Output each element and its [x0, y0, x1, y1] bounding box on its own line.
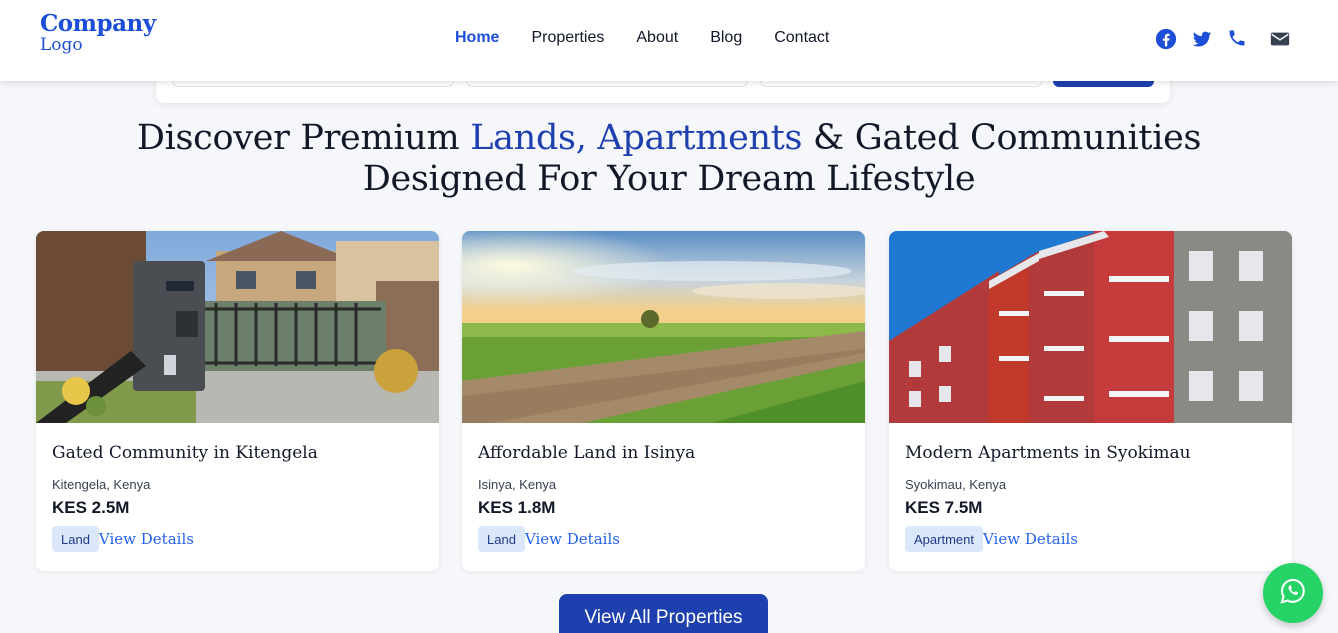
property-price: KES 7.5M — [905, 498, 983, 517]
nav-blog[interactable]: Blog — [710, 29, 742, 47]
heading-highlight: Lands, Apartments — [470, 118, 803, 158]
property-card[interactable]: Affordable Land in Isinya Isinya, Kenya … — [462, 231, 865, 571]
property-location: Syokimau, Kenya — [905, 477, 1007, 492]
view-details-link[interactable]: View Details — [525, 530, 620, 548]
property-title[interactable]: Affordable Land in Isinya — [478, 443, 849, 463]
twitter-icon[interactable] — [1191, 28, 1213, 50]
nav-home[interactable]: Home — [455, 29, 499, 47]
property-card[interactable]: Gated Community in Kitengela Kitengela, … — [36, 231, 439, 571]
property-image-apartments[interactable] — [889, 231, 1292, 423]
company-logo[interactable]: Company Logo — [40, 12, 156, 54]
property-image-gated-community[interactable] — [36, 231, 439, 423]
property-title[interactable]: Modern Apartments in Syokimau — [905, 443, 1276, 463]
view-details-link[interactable]: View Details — [983, 530, 1078, 548]
logo-line1: Company — [40, 10, 156, 37]
social-links — [1155, 28, 1291, 50]
property-type-badge: Land — [478, 526, 525, 552]
property-card[interactable]: Modern Apartments in Syokimau Syokimau, … — [889, 231, 1292, 571]
main-nav: Home Properties About Blog Contact — [455, 29, 861, 47]
logo-line2: Logo — [40, 35, 83, 55]
phone-icon[interactable] — [1227, 28, 1249, 50]
view-all-properties-button[interactable]: View All Properties — [559, 594, 768, 633]
property-image-land[interactable] — [462, 231, 865, 423]
view-details-link[interactable]: View Details — [99, 530, 194, 548]
whatsapp-icon — [1279, 577, 1307, 610]
heading-line2: Designed For Your Dream Lifestyle — [362, 159, 976, 199]
heading-part2: & Gated Communities — [802, 118, 1202, 158]
property-location: Isinya, Kenya — [478, 477, 557, 492]
nav-contact[interactable]: Contact — [774, 29, 829, 47]
email-icon[interactable] — [1269, 28, 1291, 50]
whatsapp-chat-button[interactable] — [1263, 563, 1323, 623]
nav-about[interactable]: About — [636, 29, 678, 47]
nav-properties[interactable]: Properties — [531, 29, 604, 47]
property-type-badge: Apartment — [905, 526, 983, 552]
page-heading: Discover Premium Lands, Apartments & Gat… — [0, 118, 1338, 200]
facebook-icon[interactable] — [1155, 28, 1177, 50]
heading-part1: Discover Premium — [136, 118, 471, 158]
property-price: KES 1.8M — [478, 498, 556, 517]
property-title[interactable]: Gated Community in Kitengela — [52, 443, 423, 463]
property-price: KES 2.5M — [52, 498, 130, 517]
property-type-badge: Land — [52, 526, 99, 552]
property-location: Kitengela, Kenya — [52, 477, 151, 492]
site-header: Company Logo Home Properties About Blog … — [0, 0, 1338, 81]
